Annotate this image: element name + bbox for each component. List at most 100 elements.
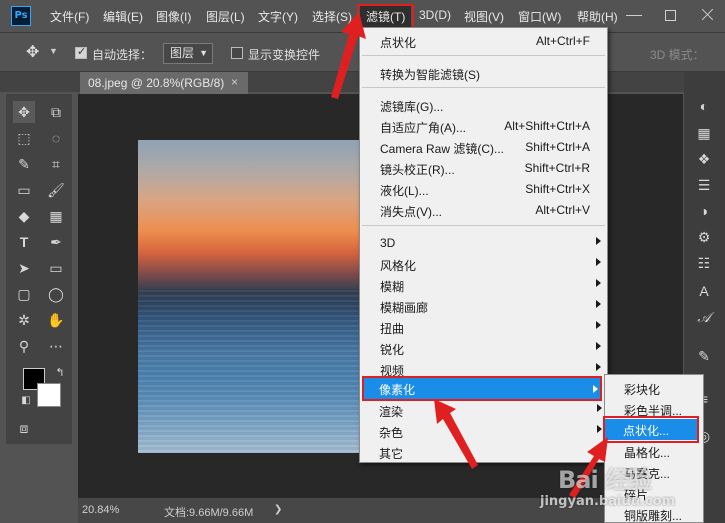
ellipse-tool-icon[interactable]: ◯ [45, 283, 67, 305]
shortcut-text: Alt+Ctrl+V [535, 203, 590, 217]
eraser-tool-icon[interactable]: ◆ [13, 205, 35, 227]
brush-settings-icon[interactable]: ✎ [691, 345, 717, 367]
properties-panel-icon[interactable]: ☷ [691, 252, 717, 274]
menu-item-noise[interactable]: 杂色 [379, 424, 403, 441]
more-tools-icon[interactable]: ⋯ [45, 335, 67, 357]
submenu-arrow-icon [596, 237, 601, 245]
rounded-rect-tool-icon[interactable]: ▢ [13, 283, 35, 305]
photoshop-logo-icon: Ps [11, 6, 31, 26]
move-tool-icon[interactable]: ✥ [26, 42, 39, 62]
document-tab[interactable]: 08.jpeg @ 20.8%(RGB/8) × [80, 72, 248, 94]
menu-file[interactable]: 文件(F) [50, 8, 89, 25]
menu-item-render[interactable]: 渲染 [379, 403, 403, 420]
shortcut-text: Shift+Ctrl+A [525, 140, 590, 154]
menu-divider [362, 55, 605, 56]
minimize-icon[interactable] [626, 7, 642, 16]
menu-view[interactable]: 视图(V) [464, 8, 504, 25]
custom-shape-tool-icon[interactable]: ✲ [13, 309, 35, 331]
image-texture [138, 290, 368, 453]
menu-item-sharpen[interactable]: 锐化 [380, 341, 404, 358]
move-tool-icon[interactable]: ✥ [13, 101, 35, 123]
paragraph-panel-icon[interactable]: 𝒜 [691, 306, 717, 328]
close-icon[interactable] [700, 7, 716, 23]
color-panel-icon[interactable]: ◐ [691, 95, 717, 117]
pixelate-annotation-box [362, 376, 602, 401]
type-tool-icon[interactable]: T [13, 231, 35, 253]
chevron-down-icon[interactable]: ▼ [49, 46, 58, 56]
menu-divider [362, 87, 605, 88]
swatches-panel-icon[interactable]: ▦ [691, 122, 717, 144]
close-icon[interactable]: × [231, 75, 238, 89]
show-transform-label: 显示变换控件 [248, 48, 321, 62]
artboard-tool-icon[interactable]: ⧉ [45, 101, 67, 123]
auto-select-label: 自动选择： [92, 48, 153, 62]
submenu-arrow-icon [596, 321, 601, 329]
menu-item-other[interactable]: 其它 [379, 445, 403, 462]
menu-item-filter-gallery[interactable]: 滤镜库(G)... [380, 98, 443, 115]
ruler-tool-icon[interactable]: ▭ [13, 179, 35, 201]
zoom-level[interactable]: 20.84% [82, 504, 119, 516]
quick-mask-icon[interactable]: ⧈ [13, 417, 35, 439]
marquee-tool-icon[interactable]: ⬚ [13, 127, 35, 149]
chevron-right-icon[interactable]: ❯ [274, 504, 282, 515]
menu-item-adaptive-wide-angle[interactable]: 自适应广角(A)... [380, 119, 466, 136]
menu-window[interactable]: 窗口(W) [518, 8, 561, 25]
menu-help[interactable]: 帮助(H) [577, 8, 618, 25]
shortcut-text: Shift+Ctrl+R [524, 161, 590, 175]
libraries-panel-icon[interactable]: ☰ [691, 174, 717, 196]
layer-select-dropdown[interactable]: 图层 ▼ [163, 43, 213, 64]
menu-3d[interactable]: 3D(D) [419, 8, 451, 22]
submenu-arrow-icon [597, 404, 602, 412]
default-colors-icon[interactable]: ◧ [15, 390, 37, 412]
menu-item-vanishing-point[interactable]: 消失点(V)... [380, 203, 442, 220]
menu-select[interactable]: 选择(S) [312, 8, 352, 25]
checkmark-icon: ✓ [77, 46, 87, 58]
submenu-arrow-icon [596, 300, 601, 308]
path-select-tool-icon[interactable]: ➤ [13, 257, 35, 279]
menu-item-blur[interactable]: 模糊 [380, 278, 404, 295]
menu-item-convert-smart-filter[interactable]: 转换为智能滤镜(S) [380, 66, 480, 83]
learn-panel-icon[interactable]: ❖ [691, 148, 717, 170]
submenu-arrow-icon [597, 425, 602, 433]
menu-item-3d[interactable]: 3D [380, 236, 395, 250]
watermark-logo-text: Bai 经验 [558, 466, 652, 494]
adjustments-panel-icon[interactable]: ◑ [691, 200, 717, 222]
menu-item-pointillize-last[interactable]: 点状化 [380, 34, 416, 51]
menu-item-distort[interactable]: 扭曲 [380, 320, 404, 337]
pen-tool-icon[interactable]: ✒ [45, 231, 67, 253]
menu-item-blur-gallery[interactable]: 模糊画廊 [380, 299, 428, 316]
menu-edit[interactable]: 编辑(E) [103, 8, 143, 25]
zoom-tool-icon[interactable]: ⚲ [13, 335, 35, 357]
shortcut-text: Alt+Ctrl+F [535, 34, 590, 48]
menu-item-lens-correction[interactable]: 镜头校正(R)... [380, 161, 455, 178]
submenu-item-facet[interactable]: 彩块化 [624, 381, 660, 398]
crop-tool-icon[interactable]: ⌗ [45, 153, 67, 175]
brush-tool-icon[interactable]: 🖌 [45, 179, 67, 201]
background-color-swatch[interactable] [37, 383, 61, 407]
auto-select-checkbox[interactable]: ✓ [75, 46, 87, 59]
swap-colors-icon[interactable]: ↰ [49, 362, 71, 384]
chevron-down-icon: ▼ [199, 48, 208, 58]
layer-select-value: 图层 [170, 46, 195, 60]
rectangle-tool-icon[interactable]: ▭ [45, 257, 67, 279]
submenu-arrow-icon [596, 258, 601, 266]
pointillize-annotation-box [603, 416, 699, 443]
menu-type[interactable]: 文字(Y) [258, 8, 298, 25]
menu-image[interactable]: 图像(I) [156, 8, 191, 25]
menu-layer[interactable]: 图层(L) [206, 8, 245, 25]
shortcut-text: Alt+Shift+Ctrl+A [504, 119, 590, 133]
menu-item-camera-raw[interactable]: Camera Raw 滤镜(C)... [380, 140, 504, 157]
gradient-tool-icon[interactable]: ▦ [45, 205, 67, 227]
show-transform-checkbox[interactable] [231, 47, 243, 59]
lasso-tool-icon[interactable]: ◌ [45, 127, 67, 149]
menu-item-liquify[interactable]: 液化(L)... [380, 182, 429, 199]
character-panel-icon[interactable]: A [691, 280, 717, 302]
maximize-icon[interactable] [665, 10, 676, 21]
history-panel-icon[interactable]: ⚙ [691, 226, 717, 248]
document-size: 文档:9.66M/9.66M [164, 507, 254, 519]
submenu-item-crystallize[interactable]: 晶格化... [624, 444, 670, 461]
baidu-jingyan-watermark: Bai 经验 jingyan.baidu.com [540, 460, 720, 520]
menu-item-stylize[interactable]: 风格化 [380, 257, 416, 274]
hand-tool-icon[interactable]: ✋ [45, 309, 67, 331]
quick-select-tool-icon[interactable]: ✎ [13, 153, 35, 175]
